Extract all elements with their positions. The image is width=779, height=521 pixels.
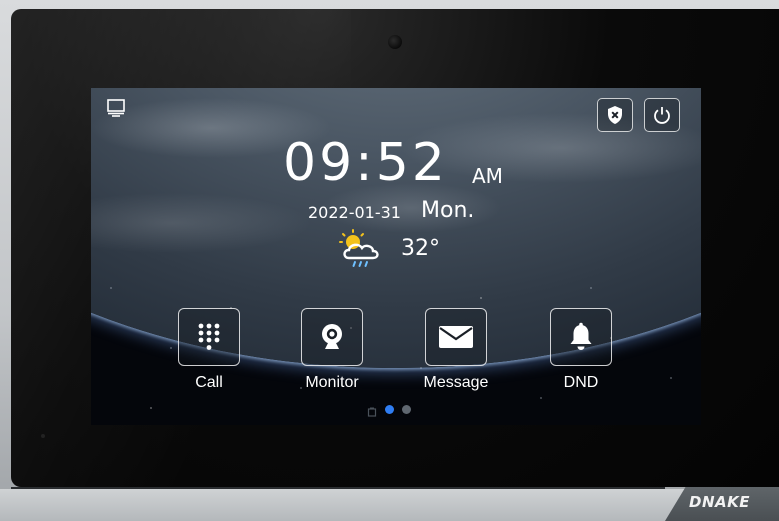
dnd-app[interactable]: DND (536, 308, 626, 392)
monitor-app-button[interactable] (301, 308, 363, 366)
call-app-button[interactable] (178, 308, 240, 366)
clock-weekday: Mon. (421, 198, 475, 223)
page-dot-2[interactable] (402, 404, 411, 414)
message-app-button[interactable] (425, 308, 487, 366)
page-indicator (367, 403, 411, 417)
monitor-screen-icon[interactable] (106, 98, 126, 118)
monitor-app-label: Monitor (305, 374, 359, 391)
bell-icon (570, 322, 592, 350)
page-dot-1[interactable] (385, 404, 394, 414)
monitor-app[interactable]: Monitor (287, 308, 377, 392)
device-base (0, 489, 779, 521)
home-screen: 09:52 AM 2022-01-31 Mon. 32° Call Monito… (91, 88, 701, 425)
brand-logo: DNAKE (689, 493, 750, 511)
keypad-icon (198, 323, 220, 350)
dnd-app-button[interactable] (550, 308, 612, 366)
envelope-icon (439, 326, 473, 348)
shield-x-icon (608, 106, 622, 124)
dnd-app-label: DND (563, 374, 599, 391)
sun-cloud-rain-icon (337, 228, 389, 270)
front-camera (388, 35, 402, 49)
message-app-label: Message (423, 374, 489, 391)
message-app[interactable]: Message (411, 308, 501, 392)
webcam-icon (322, 324, 342, 349)
clock-time: 09:52 (283, 133, 448, 193)
bezel-bottom-edge (11, 487, 665, 489)
clock-date: 2022-01-31 (308, 203, 401, 222)
clock-ampm: AM (472, 164, 503, 188)
power-icon (654, 107, 670, 124)
call-app-label: Call (195, 374, 223, 391)
power-button[interactable] (644, 98, 680, 132)
home-page-icon (367, 404, 377, 417)
temperature: 32° (401, 236, 440, 261)
microphone-hole (41, 434, 45, 438)
security-button[interactable] (597, 98, 633, 132)
call-app[interactable]: Call (164, 308, 254, 392)
